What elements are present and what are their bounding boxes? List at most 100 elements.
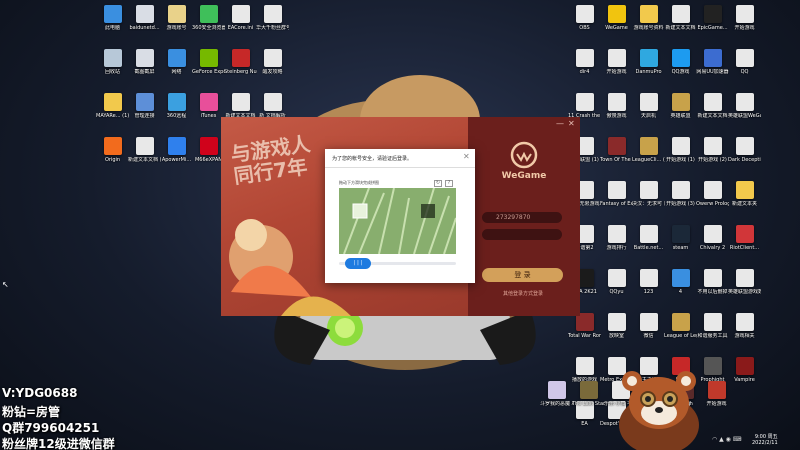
- desktop-icon[interactable]: 游戏账号: [160, 5, 193, 31]
- desktop-icon[interactable]: 游戏账号资料: [632, 5, 665, 31]
- desktop-icon[interactable]: Total War Rome 2 E...: [568, 313, 601, 339]
- captcha-hint: 拖动下方滑块完成拼图: [339, 180, 379, 185]
- desktop-icon[interactable]: 123: [632, 269, 665, 295]
- desktop-icon[interactable]: 11 Crash the Danc...: [568, 93, 601, 119]
- password-input[interactable]: [482, 229, 562, 240]
- desktop-icon[interactable]: iTunes: [192, 93, 225, 119]
- minimize-button[interactable]: —: [556, 119, 564, 128]
- puzzle-piece[interactable]: [352, 203, 368, 219]
- desktop-icon[interactable]: 播放的游戏: [568, 357, 601, 383]
- desktop-icon[interactable]: baidunetd...: [128, 5, 161, 31]
- desktop-icon[interactable]: QQ: [728, 49, 761, 75]
- desktop-icon[interactable]: 放映室: [600, 313, 633, 339]
- desktop-icon-label: 新建文本文档: [665, 25, 696, 31]
- desktop-icon[interactable]: Owerw Prologue: [696, 181, 729, 207]
- desktop-icon[interactable]: 新建文本文档: [224, 93, 257, 119]
- refresh-icon[interactable]: ↻: [434, 180, 442, 187]
- desktop-icon[interactable]: dir4: [568, 49, 601, 75]
- desktop-icon[interactable]: 开始游戏 (3): [664, 181, 697, 207]
- captcha-slider-handle[interactable]: | | |: [345, 258, 371, 269]
- desktop-icon[interactable]: ApowerMi...: [160, 137, 193, 163]
- desktop-icon[interactable]: MAYARe... (1): [96, 93, 129, 119]
- desktop-icon[interactable]: 新建文本文档: [664, 5, 697, 31]
- desktop-icon[interactable]: The Last Stand A...: [572, 381, 605, 407]
- desktop-icon[interactable]: 新建文本文档 (5): [128, 137, 161, 163]
- desktop-icon[interactable]: Steinberg Nuendo 4: [224, 49, 257, 75]
- file-icon: [639, 93, 658, 111]
- recycle-bin-icon: [103, 49, 122, 67]
- desktop-icon[interactable]: 截图截屏: [128, 49, 161, 75]
- captcha-title: 为了您的帐号安全，请验证后登录。: [332, 156, 413, 162]
- desktop-icon[interactable]: 此电脑: [96, 5, 129, 31]
- desktop-icon-label: 英雄联盟游戏数据: [728, 289, 761, 295]
- desktop-icon[interactable]: 开始游戏 (1): [664, 137, 697, 163]
- desktop-icon[interactable]: 微信: [632, 313, 665, 339]
- desktop-icon[interactable]: Dark Deception: [728, 137, 761, 163]
- desktop-icon[interactable]: 决汉：无求可 问生存秘籍: [632, 181, 665, 207]
- desktop-icon[interactable]: Fantasy of Expedit...: [600, 181, 633, 207]
- file-icon: [607, 93, 626, 111]
- desktop-icon[interactable]: 管理连接: [128, 93, 161, 119]
- system-tray-icons[interactable]: ◠ ▲ ◉ ⌨: [712, 436, 741, 443]
- desktop-icon[interactable]: 新建文本文档: [696, 93, 729, 119]
- desktop-icon[interactable]: 不用以后删掉: [696, 269, 729, 295]
- desktop-icon[interactable]: 360安全浏览器: [192, 5, 225, 31]
- desktop-icon[interactable]: EpicGame...: [696, 5, 729, 31]
- desktop-icon[interactable]: 英雄联盟游戏数据: [728, 269, 761, 295]
- desktop-icon[interactable]: QQ游戏: [664, 49, 697, 75]
- desktop-icon-label: 123: [643, 289, 654, 295]
- desktop-icon[interactable]: 网络: [160, 49, 193, 75]
- desktop-icon[interactable]: 4: [664, 269, 697, 295]
- account-input[interactable]: 273297870: [482, 212, 562, 223]
- desktop-icon[interactable]: Origin: [96, 137, 129, 163]
- desktop-icon[interactable]: 新建文本夹: [728, 181, 761, 207]
- desktop-icon[interactable]: 网易UU加速器: [696, 49, 729, 75]
- desktop-icon[interactable]: 新 文档解析: [256, 93, 289, 119]
- desktop-icon[interactable]: 斗罗我的恶魔 Alina of...: [540, 381, 573, 407]
- desktop-icon-label: 开始游戏: [606, 69, 627, 75]
- desktop-icon[interactable]: Chivalry 2: [696, 225, 729, 251]
- desktop-icon[interactable]: 醒发攻略: [256, 49, 289, 75]
- desktop-icon[interactable]: EACore.ini: [224, 5, 257, 31]
- desktop-icon[interactable]: 回收站: [96, 49, 129, 75]
- desktop-icon-label: EA: [581, 421, 588, 427]
- desktop-icon[interactable]: 天启机: [632, 93, 665, 119]
- desktop-icon[interactable]: 和谐服务工具: [696, 313, 729, 339]
- desktop-icon[interactable]: League of Legends...: [664, 313, 697, 339]
- desktop-icon[interactable]: DanmuPro: [632, 49, 665, 75]
- desktop-icon[interactable]: 英雄联盟WeGame版: [728, 93, 761, 119]
- desktop-icon[interactable]: 360远程: [160, 93, 193, 119]
- desktop-icon[interactable]: 开始游戏: [728, 5, 761, 31]
- desktop-icon[interactable]: 傲慢游戏: [600, 93, 633, 119]
- desktop-icon[interactable]: 游戏排行: [600, 225, 633, 251]
- desktop-icon[interactable]: Town Of The Dead ...: [600, 137, 633, 163]
- desktop-icon[interactable]: 华大千粉丝群号: [256, 5, 289, 31]
- desktop-icon[interactable]: GeForce Experience: [192, 49, 225, 75]
- desktop-icon[interactable]: Vampire: [728, 357, 761, 383]
- desktop-icon[interactable]: steam: [664, 225, 697, 251]
- desktop-icon-label: 开始游戏: [734, 25, 755, 31]
- desktop-icon-label: 游戏账号资料: [633, 25, 664, 31]
- other-login-link[interactable]: 其他登录方式登录: [488, 290, 558, 297]
- desktop-icon[interactable]: 开始游戏 (2): [696, 137, 729, 163]
- desktop-icon[interactable]: 开始游戏: [600, 49, 633, 75]
- account-value: 273297870: [496, 214, 531, 221]
- browser-icon: [199, 5, 218, 23]
- taskbar-clock[interactable]: 9:00 周五 2022/2/11: [752, 434, 778, 446]
- desktop-icon[interactable]: WeGame: [600, 5, 633, 31]
- file-icon: [703, 269, 722, 287]
- desktop-icon[interactable]: RiotClient...: [728, 225, 761, 251]
- desktop-icon-label: 开始游戏 (2): [698, 157, 727, 163]
- app-icon: [735, 357, 754, 375]
- login-button[interactable]: 登 录: [482, 268, 563, 282]
- desktop-icon[interactable]: 游戏相关: [728, 313, 761, 339]
- file-icon: [735, 269, 754, 287]
- desktop-icon[interactable]: LeagueCli... (1): [632, 137, 665, 163]
- desktop-icon[interactable]: QQyu: [600, 269, 633, 295]
- captcha-close-button[interactable]: ✕: [463, 152, 470, 161]
- desktop-icon[interactable]: OBS: [568, 5, 601, 31]
- close-button[interactable]: ✕: [568, 119, 575, 128]
- desktop-icon[interactable]: 英雄联盟: [664, 93, 697, 119]
- feedback-icon[interactable]: ?: [445, 180, 453, 187]
- desktop-icon[interactable]: Battle.net...: [632, 225, 665, 251]
